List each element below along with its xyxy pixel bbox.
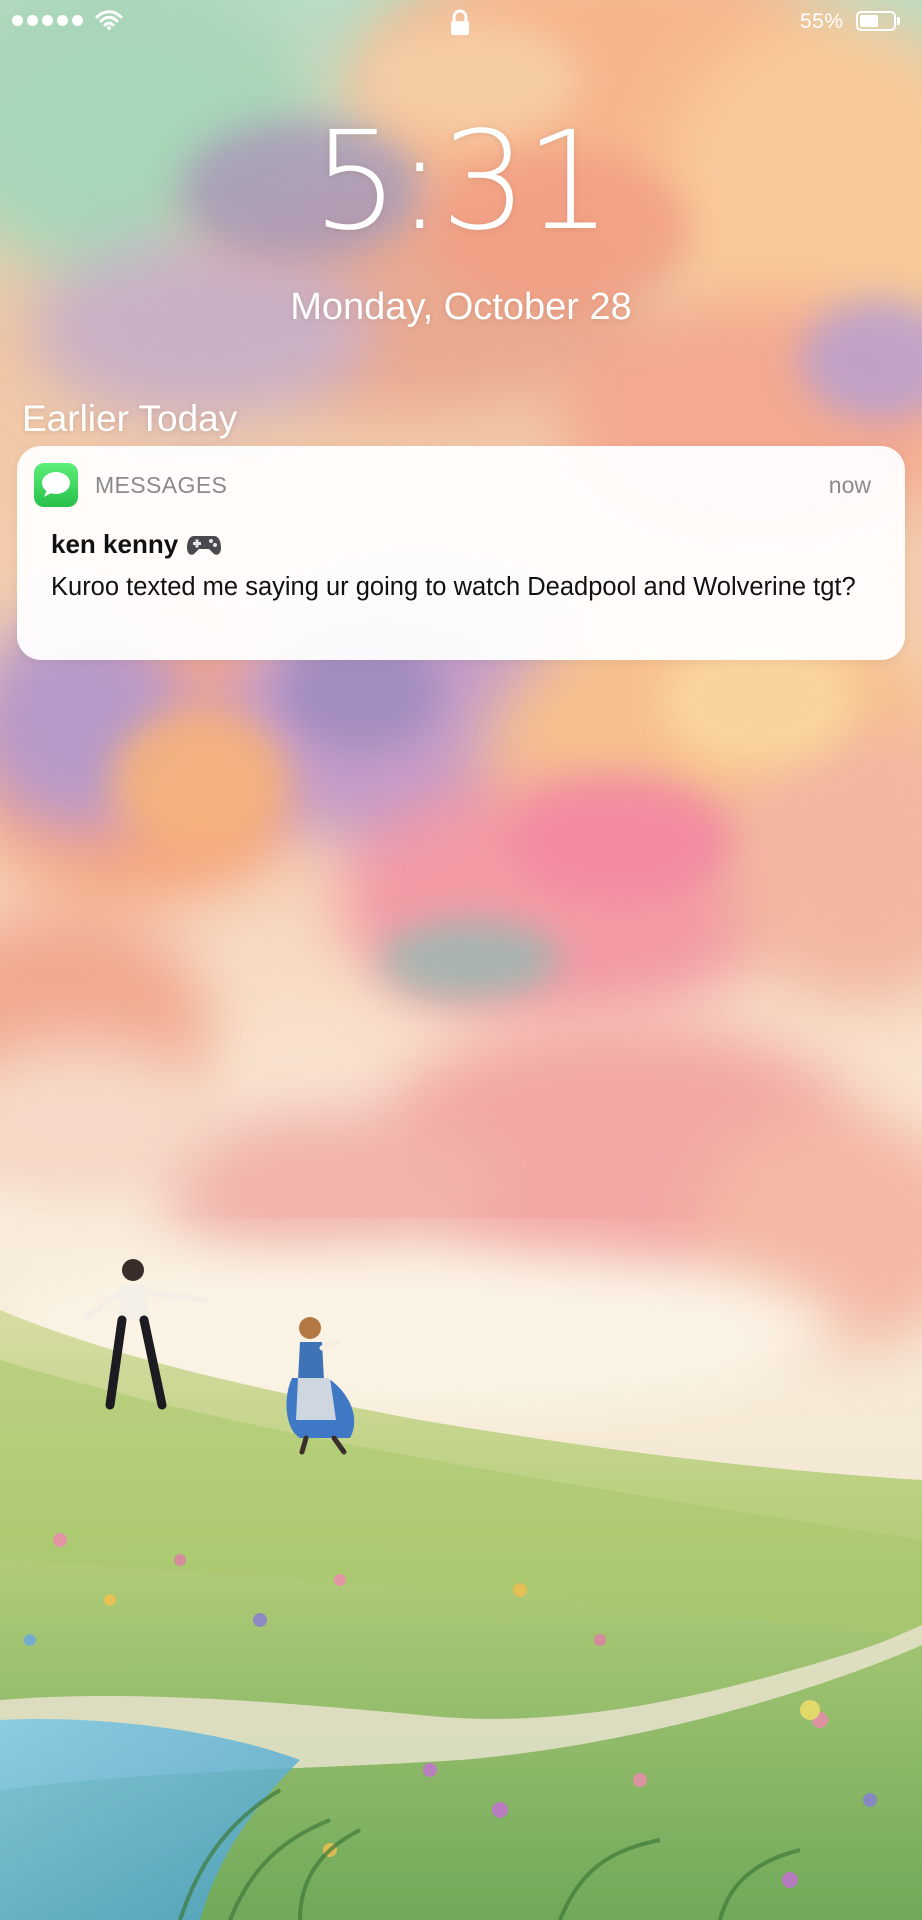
signal-dots-icon: [12, 15, 83, 26]
message-notification[interactable]: MESSAGES now ken kenny Kuroo texted me s…: [17, 446, 905, 660]
battery-percent: 55%: [800, 10, 844, 33]
lock-screen-date: Monday, October 28: [290, 286, 632, 328]
notification-section-header: Earlier Today: [22, 398, 238, 439]
game-controller-icon: [187, 535, 222, 555]
notification-sender: ken kenny: [51, 529, 222, 560]
lock-icon: [451, 9, 469, 35]
notification-time: now: [828, 472, 871, 498]
battery-icon: [856, 11, 896, 31]
wifi-icon: [95, 10, 123, 30]
notification-app-name: MESSAGES: [95, 472, 228, 498]
lock-screen-time: 5:31: [312, 103, 611, 261]
battery-fill: [860, 15, 878, 27]
battery-cap: [897, 17, 900, 25]
messages-app-icon: [34, 463, 78, 507]
status-bar: 55%: [0, 0, 922, 44]
notification-message: Kuroo texted me saying ur going to watch…: [51, 573, 856, 601]
sender-name: ken kenny: [51, 529, 179, 559]
